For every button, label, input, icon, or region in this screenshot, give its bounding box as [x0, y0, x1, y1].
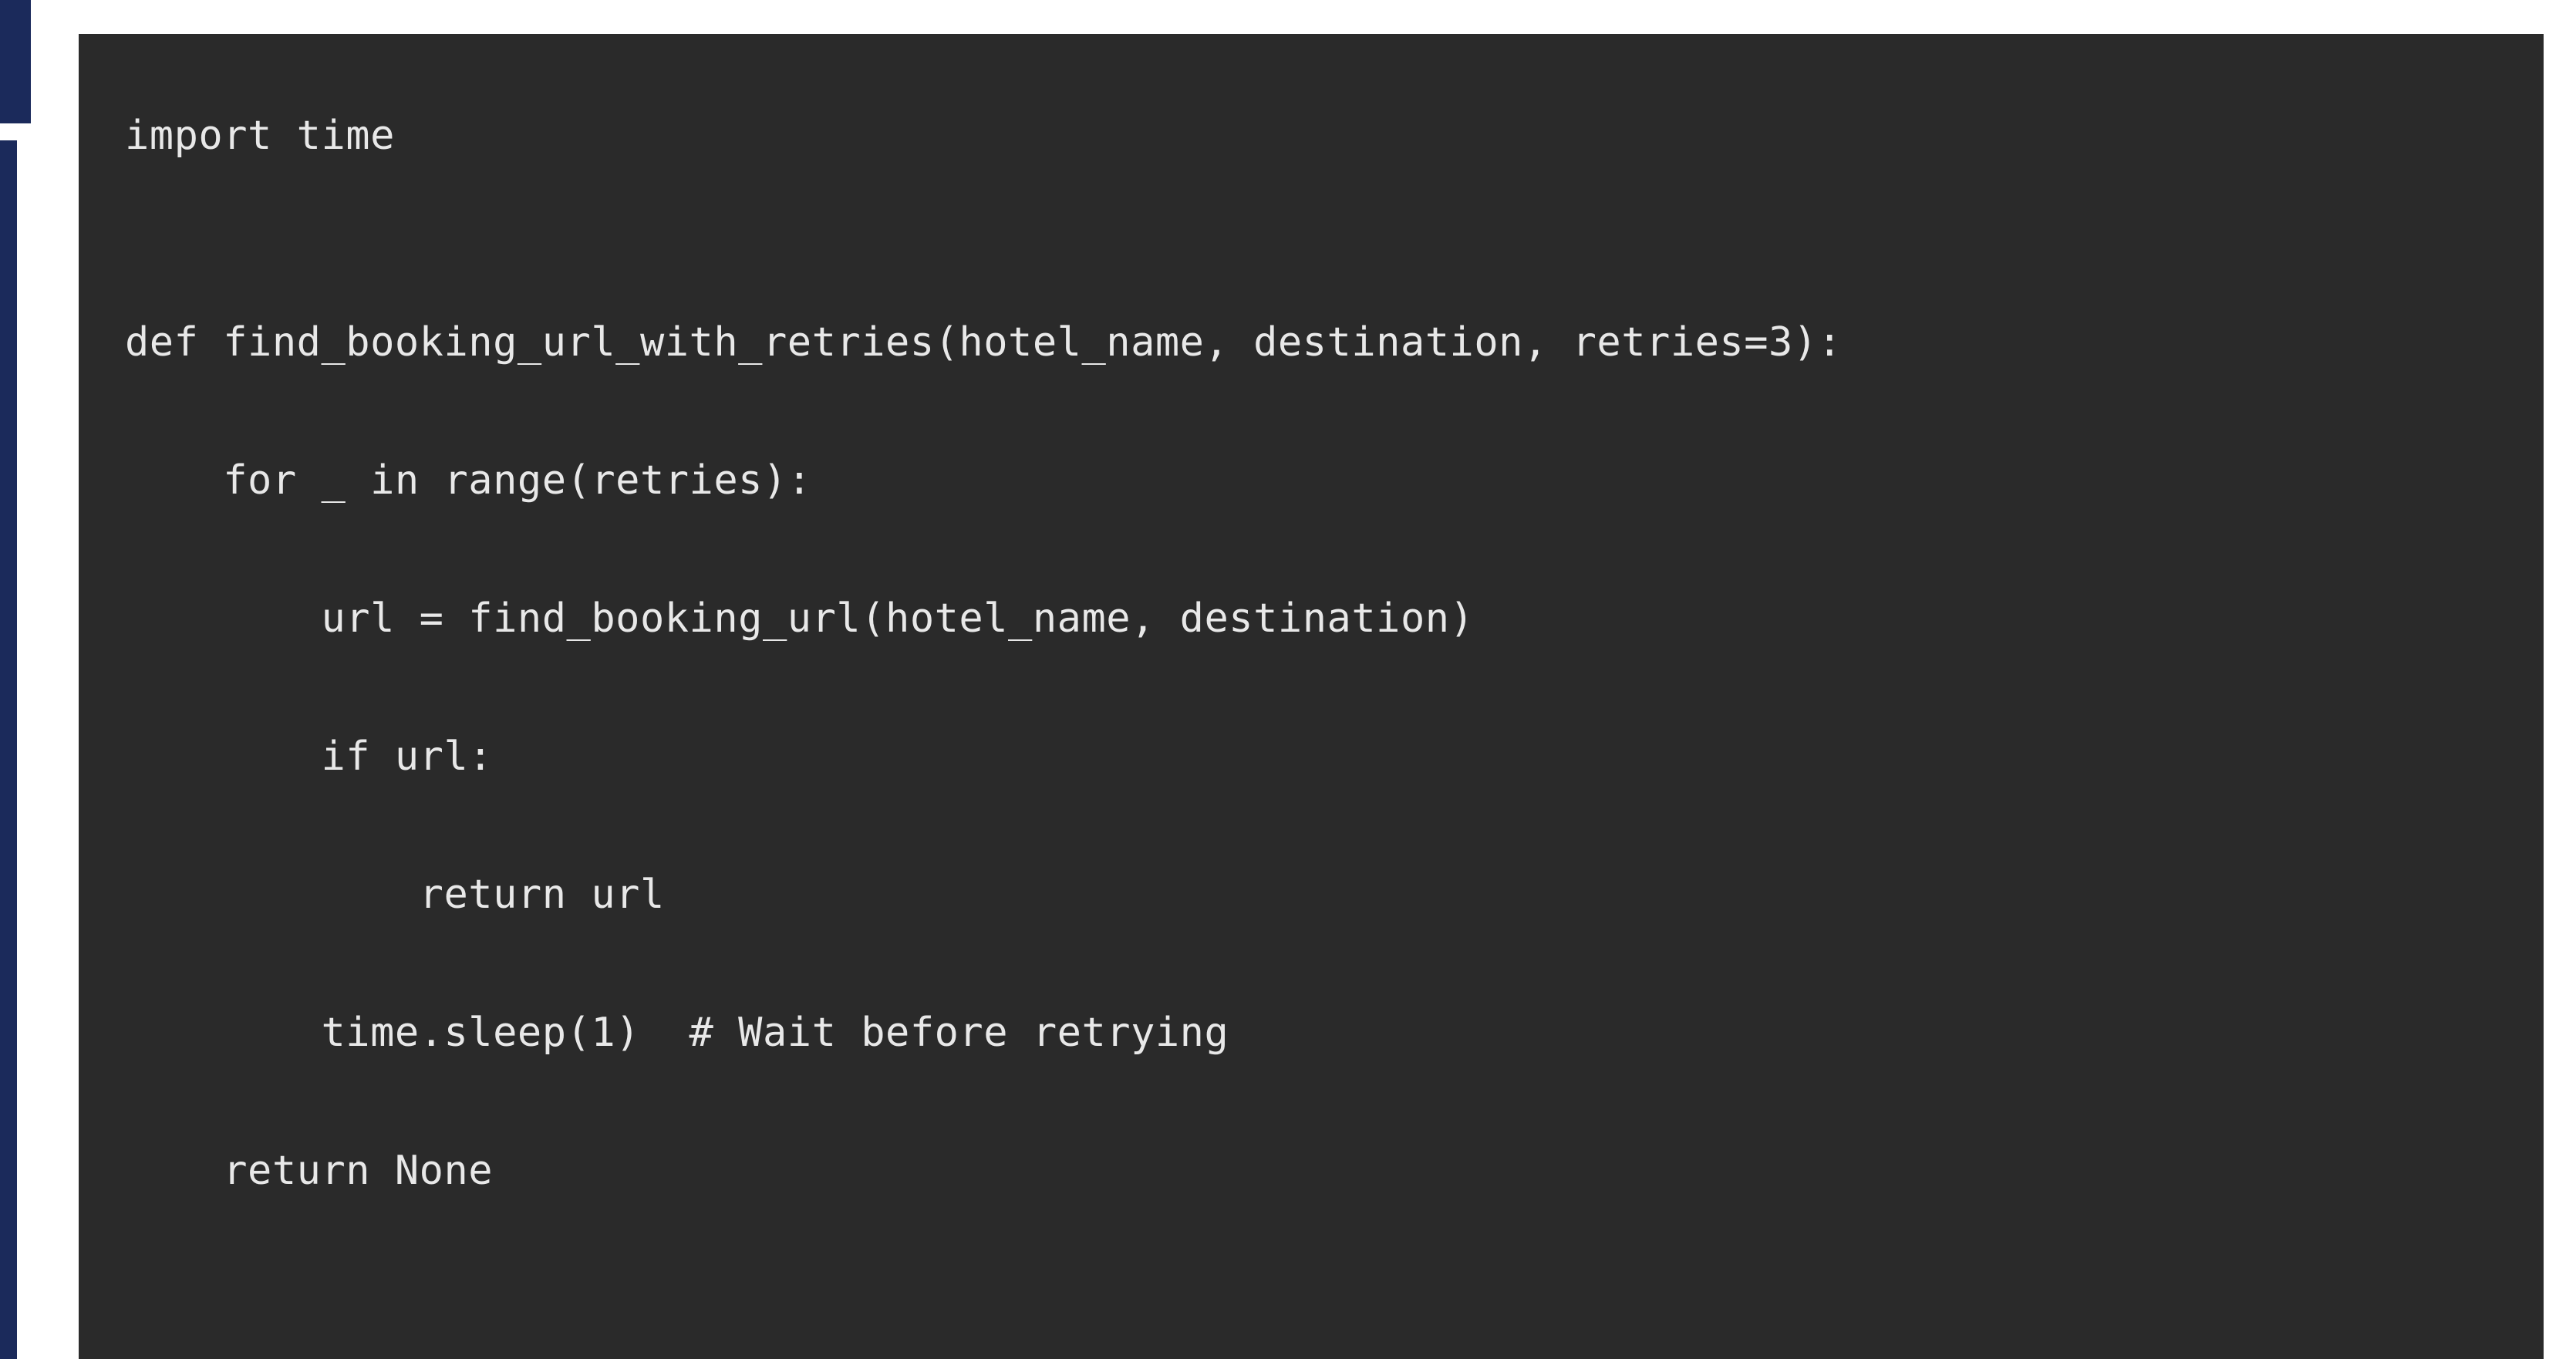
left-sidebar-fragment-top — [0, 0, 31, 123]
page-background: import time def find_booking_url_with_re… — [31, 0, 2576, 1359]
left-sidebar-fragment-bottom — [0, 140, 17, 1359]
code-content: import time def find_booking_url_with_re… — [125, 102, 2497, 1206]
viewport: import time def find_booking_url_with_re… — [0, 0, 2576, 1359]
code-block: import time def find_booking_url_with_re… — [79, 34, 2544, 1359]
